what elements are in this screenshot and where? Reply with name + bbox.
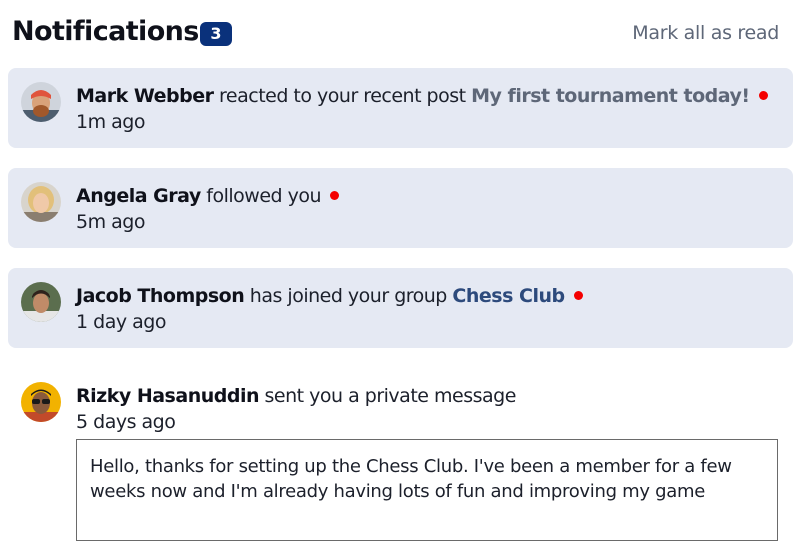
page-title: Notifications xyxy=(12,16,199,47)
action-text: followed you xyxy=(200,185,322,207)
post-link[interactable]: My first tournament today! xyxy=(471,85,750,107)
user-name[interactable]: Angela Gray xyxy=(76,185,201,207)
action-text: has joined your group xyxy=(244,285,453,307)
notification-item[interactable]: Mark Webber reacted to your recent post … xyxy=(8,68,793,148)
unread-dot xyxy=(330,191,340,200)
avatar[interactable] xyxy=(21,182,61,222)
action-text: reacted to your recent post xyxy=(213,85,472,107)
group-link[interactable]: Chess Club xyxy=(452,285,565,307)
notification-text: Jacob Thompson has joined your group Che… xyxy=(76,285,583,307)
notification-item[interactable]: Rizky Hasanuddin sent you a private mess… xyxy=(8,368,793,448)
timestamp: 1m ago xyxy=(76,111,145,133)
avatar[interactable] xyxy=(21,82,61,122)
notification-item[interactable]: Jacob Thompson has joined your group Che… xyxy=(8,268,793,348)
notification-text: Rizky Hasanuddin sent you a private mess… xyxy=(76,385,516,407)
header: Notifications 3 Mark all as read xyxy=(12,16,779,56)
unread-count-badge: 3 xyxy=(200,22,232,46)
timestamp: 5 days ago xyxy=(76,411,176,433)
mark-all-read-button[interactable]: Mark all as read xyxy=(632,22,779,44)
private-message-preview[interactable]: Hello, thanks for setting up the Chess C… xyxy=(76,439,778,541)
unread-dot xyxy=(758,91,768,100)
notification-item[interactable]: Angela Gray followed you 5m ago xyxy=(8,168,793,248)
user-name[interactable]: Mark Webber xyxy=(76,85,214,107)
user-name[interactable]: Jacob Thompson xyxy=(76,285,245,307)
user-name[interactable]: Rizky Hasanuddin xyxy=(76,385,259,407)
notification-text: Angela Gray followed you xyxy=(76,185,340,207)
avatar[interactable] xyxy=(21,382,61,422)
action-text: sent you a private message xyxy=(258,385,517,407)
notification-text: Mark Webber reacted to your recent post … xyxy=(76,85,768,107)
avatar[interactable] xyxy=(21,282,61,322)
timestamp: 1 day ago xyxy=(76,311,166,333)
unread-dot xyxy=(573,291,583,300)
timestamp: 5m ago xyxy=(76,211,145,233)
